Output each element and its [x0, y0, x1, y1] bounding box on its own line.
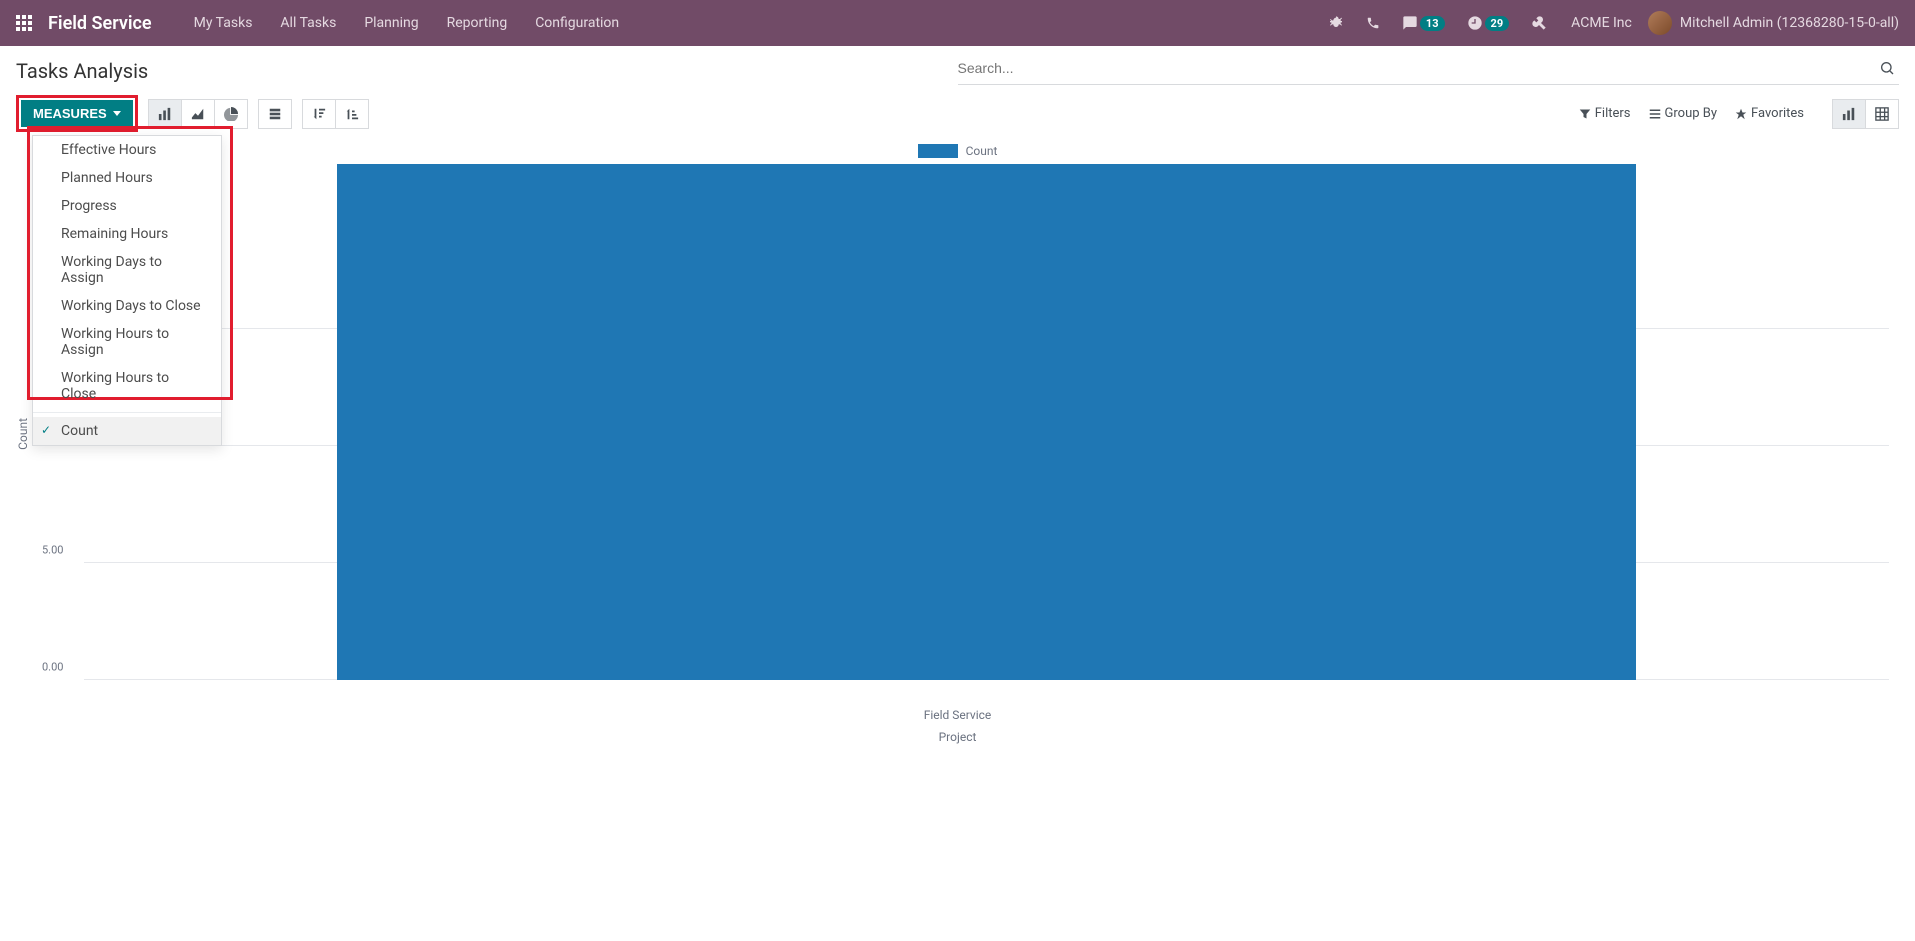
sort-group [302, 99, 369, 129]
favorites-label: Favorites [1751, 106, 1804, 121]
nav-link-all-tasks[interactable]: All Tasks [266, 0, 350, 46]
grid [84, 164, 1889, 680]
view-switcher [1832, 99, 1899, 129]
measure-working-days-to-close[interactable]: Working Days to Close [33, 292, 221, 320]
ytick-5: 5.00 [42, 544, 63, 557]
nav-link-planning[interactable]: Planning [350, 0, 432, 46]
activities-badge: 29 [1485, 16, 1510, 31]
phone-icon[interactable] [1358, 0, 1388, 46]
filters-label: Filters [1595, 106, 1631, 121]
chart-type-group [148, 99, 248, 129]
search-input[interactable] [958, 60, 1876, 76]
nav-links: My Tasks All Tasks Planning Reporting Co… [180, 0, 1320, 46]
chart-legend: Count [16, 144, 1899, 158]
brand-title[interactable]: Field Service [48, 13, 152, 34]
filters-button[interactable]: Filters [1579, 106, 1631, 121]
search-icon[interactable] [1875, 56, 1899, 80]
x-category-label: Field Service [16, 708, 1899, 722]
legend-swatch [918, 144, 958, 158]
page-title: Tasks Analysis [16, 59, 958, 83]
control-panel: Tasks Analysis MEASURES [0, 46, 1915, 132]
chart-plot: Count 0.00 5.00 10.00 15.00 [16, 164, 1899, 704]
pie-chart-button[interactable] [215, 99, 248, 129]
user-menu[interactable]: Mitchell Admin (12368280-15-0-all) [1648, 11, 1899, 35]
sort-desc-button[interactable] [302, 99, 336, 129]
pivot-view-button[interactable] [1866, 99, 1899, 129]
measures-button[interactable]: MEASURES [21, 100, 133, 127]
ytick-0: 0.00 [42, 661, 63, 674]
top-navbar: Field Service My Tasks All Tasks Plannin… [0, 0, 1915, 46]
measure-working-hours-to-close[interactable]: Working Hours to Close [33, 364, 221, 408]
favorites-button[interactable]: Favorites [1735, 106, 1804, 121]
measures-dropdown: Effective Hours Planned Hours Progress R… [32, 135, 222, 446]
stacked-group [258, 99, 292, 129]
nav-link-my-tasks[interactable]: My Tasks [180, 0, 267, 46]
line-chart-button[interactable] [182, 99, 215, 129]
bar-chart-button[interactable] [148, 99, 182, 129]
sort-asc-button[interactable] [336, 99, 369, 129]
measure-progress[interactable]: Progress [33, 192, 221, 220]
apps-icon[interactable] [16, 15, 32, 31]
messages-icon[interactable]: 13 [1394, 0, 1453, 46]
navbar-right: 13 29 ACME Inc Mitchell Admin (12368280-… [1320, 0, 1899, 46]
x-axis-labels: Field Service Project [16, 708, 1899, 744]
bar-field-service[interactable] [337, 164, 1637, 680]
search-options: Filters Group By Favorites [1579, 106, 1814, 121]
chart-area: Count Count 0.00 5.00 10.00 15.00 Field … [0, 132, 1915, 760]
groupby-label: Group By [1665, 106, 1718, 121]
measures-label: MEASURES [33, 106, 107, 121]
company-selector[interactable]: ACME Inc [1571, 15, 1632, 31]
nav-link-configuration[interactable]: Configuration [521, 0, 633, 46]
groupby-button[interactable]: Group By [1649, 106, 1718, 121]
measure-count[interactable]: Count [33, 417, 221, 445]
messages-badge: 13 [1420, 16, 1445, 31]
stacked-button[interactable] [258, 99, 292, 129]
dropdown-separator [33, 412, 221, 413]
measure-working-days-to-assign[interactable]: Working Days to Assign [33, 248, 221, 292]
x-axis-title: Project [16, 730, 1899, 744]
measure-working-hours-to-assign[interactable]: Working Hours to Assign [33, 320, 221, 364]
graph-view-button[interactable] [1832, 99, 1866, 129]
avatar [1648, 11, 1672, 35]
debug-icon[interactable] [1320, 0, 1352, 46]
nav-link-reporting[interactable]: Reporting [433, 0, 522, 46]
tools-icon[interactable] [1523, 0, 1555, 46]
measures-highlight: MEASURES [16, 95, 138, 132]
caret-down-icon [113, 111, 121, 116]
measure-effective-hours[interactable]: Effective Hours [33, 136, 221, 164]
measure-remaining-hours[interactable]: Remaining Hours [33, 220, 221, 248]
search-bar [958, 56, 1900, 85]
user-name: Mitchell Admin (12368280-15-0-all) [1680, 15, 1899, 31]
legend-label: Count [966, 144, 998, 158]
measure-planned-hours[interactable]: Planned Hours [33, 164, 221, 192]
y-axis-label: Count [16, 418, 30, 450]
activities-icon[interactable]: 29 [1459, 0, 1518, 46]
plot-body: 0.00 5.00 10.00 15.00 [36, 164, 1899, 704]
